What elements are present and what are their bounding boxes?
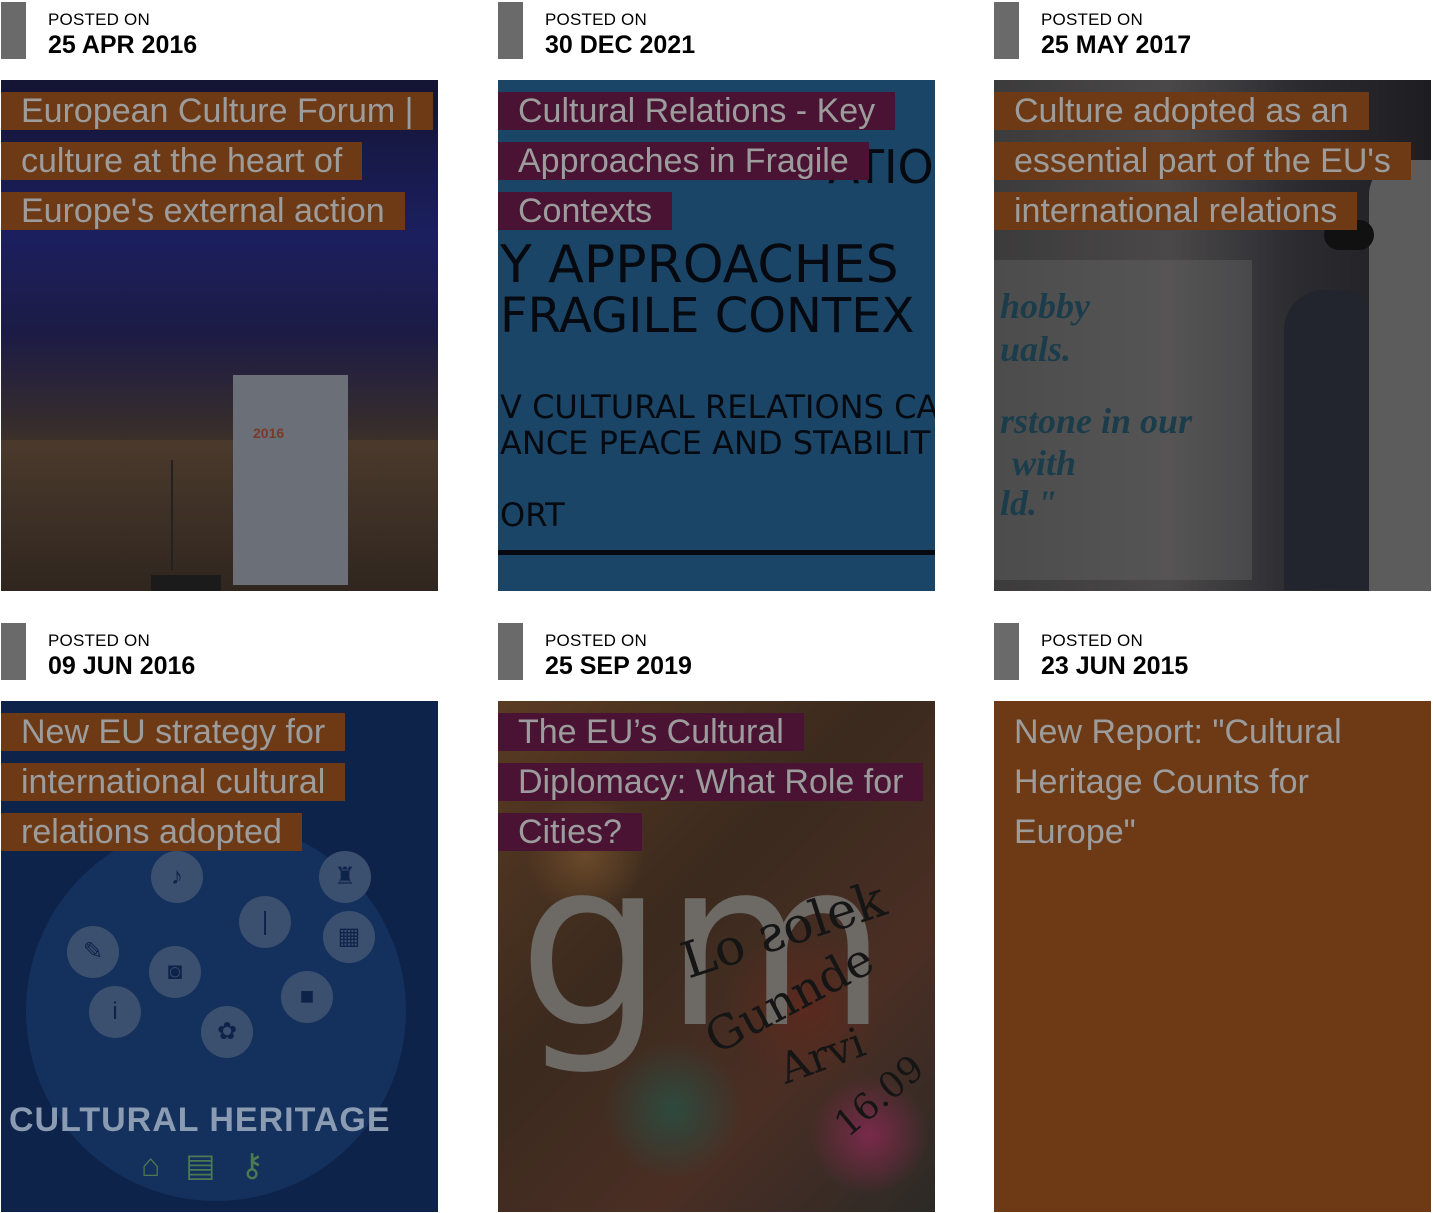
stage-image-floor [1, 440, 438, 591]
info-icon: i [89, 986, 141, 1038]
brush-icon: ✎ [67, 926, 119, 978]
post-title[interactable]: Culture adopted as an essential part of … [994, 92, 1411, 230]
video-camera-icon: ■ [281, 971, 333, 1023]
posts-grid: POSTED ON 25 APR 2016 2016 European Cult… [0, 0, 1433, 1213]
post-title[interactable]: New EU strategy for international cultur… [1, 713, 346, 851]
post-meta: POSTED ON 25 APR 2016 [1, 0, 438, 80]
trophy-icon: ♜ [319, 851, 371, 903]
thermometer-icon: ❘ [239, 896, 291, 948]
post-link[interactable]: hobby uals. rstone in our with ld." Cult… [994, 80, 1431, 591]
podium-image [233, 375, 348, 585]
post-title[interactable]: European Culture Forum | culture at the … [1, 92, 434, 230]
post-title-wrap: The EU’s Cultural Diplomacy: What Role f… [498, 707, 924, 857]
post-link[interactable]: gm Lo ƨolek Gunnde Arvi 16.09 The EU’s C… [498, 701, 935, 1212]
post-link[interactable]: ATIO Y APPROACHES FRAGILE CONTEX V CULTU… [498, 80, 935, 591]
quote-image-text: rstone in our [1000, 401, 1193, 441]
post-title-wrap: Culture adopted as an essential part of … [994, 86, 1415, 236]
post-meta: POSTED ON 09 JUN 2016 [1, 621, 438, 701]
building-icon: ▦ [323, 911, 375, 963]
post-card: POSTED ON 25 APR 2016 2016 European Cult… [1, 0, 438, 591]
post-card: POSTED ON 25 MAY 2017 hobby uals. rstone… [994, 0, 1431, 591]
post-meta: POSTED ON 30 DEC 2021 [498, 0, 935, 80]
posted-on-label: POSTED ON [1041, 631, 1143, 650]
post-meta: POSTED ON 25 SEP 2019 [498, 621, 935, 701]
meta-accent-bar [1, 2, 26, 59]
camera-icon: ◙ [149, 946, 201, 998]
post-card: POSTED ON 23 JUN 2015 New Report: "Cultu… [994, 621, 1431, 1212]
post-title[interactable]: Cultural Relations - Key Approaches in F… [498, 92, 896, 230]
post-meta: POSTED ON 23 JUN 2015 [994, 621, 1431, 701]
post-meta: POSTED ON 25 MAY 2017 [994, 0, 1431, 80]
cover-image-text: FRAGILE CONTEX [500, 288, 915, 344]
posted-on-label: POSTED ON [545, 631, 647, 650]
quote-image-text: uals. [1000, 329, 1072, 369]
post-title-wrap: New EU strategy for international cultur… [1, 707, 422, 857]
person-image [1284, 290, 1379, 590]
posted-on-label: POSTED ON [545, 10, 647, 29]
meta-accent-bar [994, 2, 1019, 59]
post-title-wrap: European Culture Forum | culture at the … [1, 86, 434, 236]
palette-icon: ✿ [201, 1006, 253, 1058]
heritage-image-text: CULTURAL HERITAGE [9, 1101, 391, 1139]
posted-on-label: POSTED ON [48, 10, 150, 29]
post-link[interactable]: 2016 European Culture Forum | culture at… [1, 80, 438, 591]
quote-image-text: hobby [1000, 286, 1090, 326]
meta-accent-bar [1, 623, 26, 680]
cover-image-rule [498, 550, 935, 555]
post-date: 23 JUN 2015 [1041, 652, 1189, 680]
podium-image-text: 2016 [253, 425, 285, 441]
cover-image-text: V CULTURAL RELATIONS CA [500, 388, 935, 426]
quote-image-text: ld." [1000, 483, 1057, 523]
post-date: 09 JUN 2016 [48, 652, 196, 680]
posted-on-label: POSTED ON [48, 631, 150, 650]
post-date: 25 MAY 2017 [1041, 31, 1192, 59]
post-title-wrap: Cultural Relations - Key Approaches in F… [498, 86, 919, 236]
post-link[interactable]: New Report: "Cultural Heritage Counts fo… [994, 701, 1431, 1212]
post-title[interactable]: New Report: "Cultural Heritage Counts fo… [994, 713, 1362, 851]
post-date: 25 APR 2016 [48, 31, 198, 59]
meta-accent-bar [498, 2, 523, 59]
cover-image-text: ORT [500, 496, 565, 534]
cover-image-text: Y APPROACHES [500, 235, 899, 295]
heritage-icons-image: ⌂ ▤ ⚷ [141, 1147, 272, 1183]
tripod-image [171, 460, 173, 570]
meta-accent-bar [994, 623, 1019, 680]
post-link[interactable]: ♪ ♜ ✎ ◙ ❘ ▦ i ■ ✿ CULTURAL HERITAGE ⌂ ▤ … [1, 701, 438, 1212]
meta-accent-bar [498, 623, 523, 680]
quote-image-text: with [1012, 443, 1077, 483]
cover-image-text: ANCE PEACE AND STABILIT [500, 424, 931, 462]
post-card: POSTED ON 30 DEC 2021 ATIO Y APPROACHES … [498, 0, 935, 591]
speaker-box-image [151, 575, 221, 591]
post-card: POSTED ON 25 SEP 2019 gm Lo ƨolek Gunnde… [498, 621, 935, 1212]
post-card: POSTED ON 09 JUN 2016 ♪ ♜ ✎ ◙ ❘ ▦ i ■ ✿ … [1, 621, 438, 1212]
post-title[interactable]: The EU’s Cultural Diplomacy: What Role f… [498, 713, 924, 851]
posted-on-label: POSTED ON [1041, 10, 1143, 29]
post-date: 25 SEP 2019 [545, 652, 692, 680]
music-note-icon: ♪ [151, 851, 203, 903]
post-date: 30 DEC 2021 [545, 31, 696, 59]
post-title-wrap: New Report: "Cultural Heritage Counts fo… [994, 707, 1411, 857]
